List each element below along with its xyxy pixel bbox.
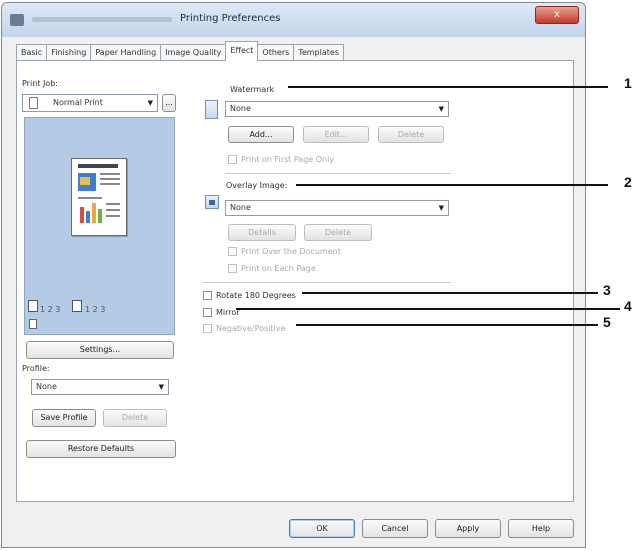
- callout-line-2: [296, 184, 608, 186]
- callout-number-5: 5: [603, 314, 611, 330]
- close-button[interactable]: x: [535, 6, 579, 24]
- ok-button[interactable]: OK: [289, 519, 355, 538]
- watermark-add-button[interactable]: Add...: [228, 126, 294, 143]
- watermark-icon: [205, 100, 218, 119]
- window-title: Printing Preferences: [180, 13, 281, 24]
- print-job-value: Normal Print: [53, 98, 103, 107]
- paper-stack-icon: [72, 300, 82, 312]
- callout-number-2: 2: [624, 174, 632, 190]
- preview-label-2: 1 2 3: [85, 305, 106, 314]
- print-job-label: Print Job:: [22, 79, 58, 88]
- tab-bar: Basic Finishing Paper Handling Image Qua…: [16, 41, 344, 61]
- printing-preferences-window: Printing Preferences x Basic Finishing P…: [1, 2, 586, 548]
- overlay-image-select[interactable]: None ▼: [225, 200, 449, 216]
- separator: [225, 173, 451, 174]
- callout-number-3: 3: [603, 282, 611, 298]
- negative-positive-label: Negative/Positive: [216, 324, 286, 333]
- chevron-down-icon: ▼: [147, 99, 153, 107]
- paper-stack-icon: [28, 300, 38, 312]
- watermark-value: None: [230, 104, 251, 113]
- watermark-label: Watermark: [230, 85, 275, 94]
- tab-others[interactable]: Others: [257, 44, 295, 61]
- overlay-icon: [205, 195, 219, 209]
- callout-number-4: 4: [624, 298, 632, 314]
- rotate-180-checkbox[interactable]: [203, 291, 212, 300]
- tab-paper-handling[interactable]: Paper Handling: [90, 44, 162, 61]
- print-over-document-label: Print Over the Document: [241, 247, 341, 256]
- printer-icon: [10, 14, 24, 26]
- print-on-each-page-label: Print on Each Page: [241, 264, 316, 273]
- tab-finishing[interactable]: Finishing: [46, 44, 92, 61]
- tab-effect[interactable]: Effect: [225, 41, 259, 61]
- preview-label-1: 1 2 3: [40, 305, 61, 314]
- preview-page-art: [78, 164, 120, 223]
- callout-number-1: 1: [624, 75, 632, 91]
- chevron-down-icon: ▼: [438, 204, 444, 212]
- watermark-select[interactable]: None ▼: [225, 101, 449, 117]
- print-job-more-button[interactable]: ...: [162, 94, 176, 112]
- blurred-printer-name: [32, 17, 172, 22]
- overlay-image-value: None: [230, 203, 251, 212]
- callout-line-1: [288, 86, 608, 88]
- first-page-only-label: Print on First Page Only: [241, 155, 335, 164]
- settings-button[interactable]: Settings...: [26, 341, 174, 359]
- chevron-down-icon: ▼: [438, 105, 444, 113]
- print-job-select[interactable]: Normal Print ▼: [22, 94, 158, 112]
- overlay-details-button[interactable]: Details: [228, 224, 296, 241]
- title-bar: Printing Preferences x: [2, 3, 585, 37]
- preview-pane: [24, 117, 175, 335]
- first-page-only-checkbox[interactable]: [228, 155, 237, 164]
- profile-select[interactable]: None ▼: [31, 379, 169, 395]
- save-profile-button[interactable]: Save Profile: [32, 409, 96, 427]
- profile-label: Profile:: [22, 364, 50, 373]
- rotate-180-label: Rotate 180 Degrees: [216, 291, 296, 300]
- callout-line-5: [296, 324, 598, 326]
- watermark-delete-button[interactable]: Delete: [378, 126, 444, 143]
- tab-image-quality[interactable]: Image Quality: [160, 44, 227, 61]
- print-on-each-page-checkbox[interactable]: [228, 264, 237, 273]
- watermark-edit-button[interactable]: Edit...: [303, 126, 369, 143]
- callout-line-4: [236, 308, 620, 310]
- chevron-down-icon: ▼: [158, 383, 164, 391]
- overlay-image-label: Overlay Image:: [226, 181, 288, 190]
- print-over-document-checkbox[interactable]: [228, 247, 237, 256]
- mirror-checkbox[interactable]: [203, 308, 212, 317]
- help-button[interactable]: Help: [508, 519, 574, 538]
- separator: [203, 282, 451, 283]
- tab-basic[interactable]: Basic: [16, 44, 48, 61]
- profile-value: None: [36, 382, 57, 391]
- tab-templates[interactable]: Templates: [293, 44, 344, 61]
- callout-line-3: [302, 292, 598, 294]
- restore-defaults-button[interactable]: Restore Defaults: [26, 440, 176, 458]
- negative-positive-checkbox[interactable]: [203, 324, 212, 333]
- delete-profile-button[interactable]: Delete: [103, 409, 167, 427]
- document-icon: [29, 97, 38, 109]
- overlay-delete-button[interactable]: Delete: [304, 224, 372, 241]
- cancel-button[interactable]: Cancel: [362, 519, 428, 538]
- preview-page: [71, 158, 127, 236]
- apply-button[interactable]: Apply: [435, 519, 501, 538]
- mini-document-icon: [29, 319, 37, 329]
